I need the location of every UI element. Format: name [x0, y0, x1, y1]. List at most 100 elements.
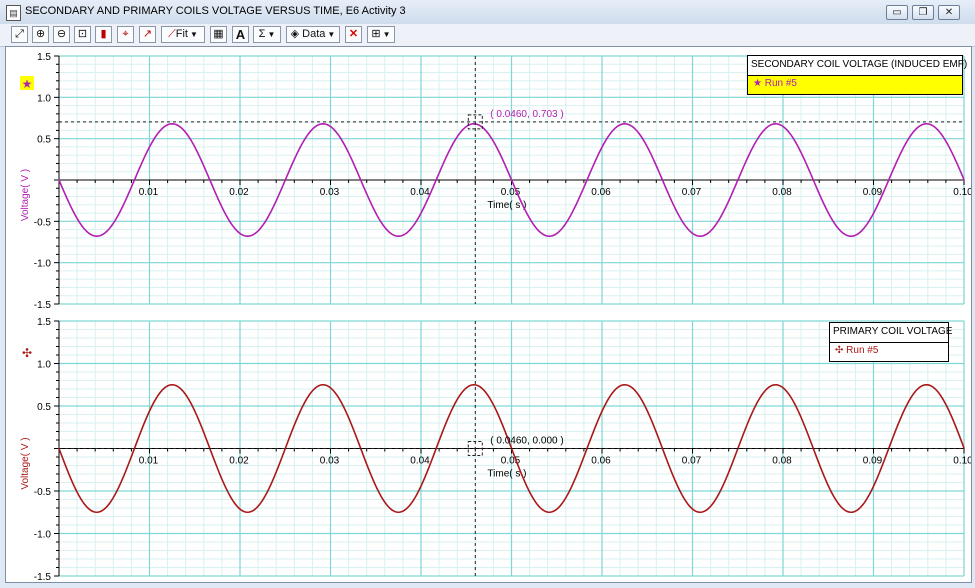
toolbar: ⤢ ⊕ ⊖ ⊡ ▮ ⌖ ↗ ⟋Fit ▼ ▦ A Σ ▼ ◈ Data ▼ ✕ ⊞ ▼: [0, 24, 975, 47]
y-tick-label: -1.0: [34, 259, 52, 270]
y-tick-label: 1.0: [37, 360, 51, 371]
x-tick-label: 0.02: [229, 456, 249, 467]
data-point: [548, 511, 551, 514]
slope-tool-icon: ↗: [142, 28, 153, 40]
close-button[interactable]: ✕: [938, 5, 960, 20]
y-tick-label: -1.5: [34, 300, 52, 311]
legend-title: SECONDARY COIL VOLTAGE (INDUCED EMF): [748, 56, 967, 76]
zoom-in-icon: ⊕: [35, 28, 46, 40]
legend-run-row[interactable]: ★ Run #5: [748, 76, 962, 94]
data-point: [133, 179, 136, 181]
data-point: [284, 179, 287, 181]
graph-plots[interactable]: 0.01 0.02 0.03 0.04 0.05 0.06 0.07 0.08 0.09 0.10…: [6, 47, 971, 582]
y-tick-label: -1.5: [34, 572, 52, 582]
x-tick-label: 0.01: [139, 187, 159, 198]
data-point: [397, 235, 400, 238]
legend-run-label: Run #5: [846, 345, 879, 356]
data-point: [95, 511, 98, 514]
x-tick-label: 0.10: [953, 187, 971, 198]
x-tick-label: 0.04: [410, 187, 430, 198]
cross-arrows-icon: ✣: [835, 345, 844, 356]
statistics-button[interactable]: Σ ▼: [253, 26, 281, 43]
data-point: [736, 179, 739, 181]
x-tick-label: 0.04: [410, 456, 430, 467]
y-axis-label: Voltage( V ): [20, 437, 31, 489]
chevron-down-icon: ▼: [382, 30, 391, 39]
data-point: [887, 179, 890, 181]
y-tick-label: -0.5: [34, 217, 52, 228]
x-tick-label: 0.10: [953, 456, 971, 467]
restore-button[interactable]: ❐: [912, 5, 934, 20]
delete-button[interactable]: ✕: [345, 26, 362, 43]
zoom-in-button[interactable]: ⊕: [32, 26, 49, 43]
data-point: [171, 383, 173, 386]
statistics-icon: Σ: [258, 28, 266, 40]
x-tick-label: 0.09: [863, 456, 883, 467]
data-point: [472, 383, 475, 386]
curve-fit-button[interactable]: ⟋Fit ▼: [161, 26, 205, 43]
y-tick-label: -0.5: [34, 487, 52, 498]
y-axis-label: Voltage( V ): [20, 169, 31, 221]
data-point: [623, 383, 626, 386]
window-title: SECONDARY AND PRIMARY COILS VOLTAGE VERS…: [25, 5, 406, 17]
x-tick-label: 0.08: [772, 187, 792, 198]
zoom-select-button[interactable]: ⊡: [74, 26, 91, 43]
y-tick-label: 1.5: [37, 52, 51, 63]
data-point: [963, 179, 965, 181]
x-tick-label: 0.06: [591, 187, 611, 198]
delete-icon: ✕: [348, 28, 359, 40]
y-tick-label: 0.5: [37, 402, 51, 413]
data-label: Data: [302, 28, 326, 40]
x-tick-label: 0.03: [320, 456, 340, 467]
data-point: [246, 511, 249, 514]
zoom-out-button[interactable]: ⊖: [53, 26, 70, 43]
annotation-button[interactable]: A: [232, 26, 249, 43]
y-tick-label: -1.0: [34, 530, 52, 541]
data-point: [284, 447, 287, 450]
slope-tool-button[interactable]: ↗: [139, 26, 156, 43]
graph-doc-icon: ▤: [6, 5, 21, 21]
fit-label: Fit: [175, 28, 188, 40]
cross-arrows-icon: ✣: [22, 346, 32, 360]
data-point: [812, 447, 814, 450]
data-point: [548, 235, 551, 238]
star-icon: ★: [753, 78, 762, 89]
data-point: [925, 383, 928, 386]
data-point: [435, 179, 437, 181]
window-bottom-border: [0, 583, 975, 588]
data-point: [699, 511, 701, 514]
x-tick-label: 0.07: [682, 456, 702, 467]
data-point: [58, 179, 60, 181]
data-point: [586, 179, 588, 181]
data-point: [774, 122, 777, 125]
legend-secondary[interactable]: SECONDARY COIL VOLTAGE (INDUCED EMF) ★ R…: [747, 55, 967, 95]
graph-settings-button[interactable]: ⊞ ▼: [367, 26, 395, 43]
data-point: [850, 511, 852, 514]
data-point: [397, 511, 400, 514]
data-point: [699, 235, 701, 238]
y-tick-label: 1.0: [37, 93, 51, 104]
minimize-button[interactable]: ▭: [886, 5, 908, 20]
data-select-button[interactable]: ◈ Data ▼: [286, 26, 340, 43]
data-point: [472, 122, 475, 125]
y-tick-label: 0.5: [37, 135, 51, 146]
legend-title: PRIMARY COIL VOLTAGE: [830, 323, 952, 343]
scale-to-fit-button[interactable]: ⤢: [11, 26, 28, 43]
y-tick-label: 1.5: [37, 317, 51, 328]
graph-settings-icon: ⊞: [371, 28, 381, 40]
curve-fit-icon: ⟋: [168, 28, 176, 40]
data-point: [322, 122, 324, 125]
title-bar: ▤ SECONDARY AND PRIMARY COILS VOLTAGE VE…: [0, 0, 975, 25]
cursor-coordinate-label: ( 0.0460, 0.703 ): [490, 109, 563, 120]
legend-run-row[interactable]: ✣ Run #5: [830, 343, 948, 361]
x-tick-label: 0.01: [139, 456, 159, 467]
cursor-coordinate-label: ( 0.0460, 0.000 ): [490, 436, 563, 447]
x-tick-label: 0.08: [772, 456, 792, 467]
data-point: [623, 122, 626, 125]
data-point: [510, 179, 513, 181]
data-point: [246, 235, 249, 238]
data-lock-button[interactable]: ▮: [95, 26, 112, 43]
smart-tool-button[interactable]: ⌖: [117, 26, 134, 43]
legend-primary[interactable]: PRIMARY COIL VOLTAGE ✣ Run #5: [829, 322, 952, 362]
calculator-button[interactable]: ▦: [210, 26, 227, 43]
